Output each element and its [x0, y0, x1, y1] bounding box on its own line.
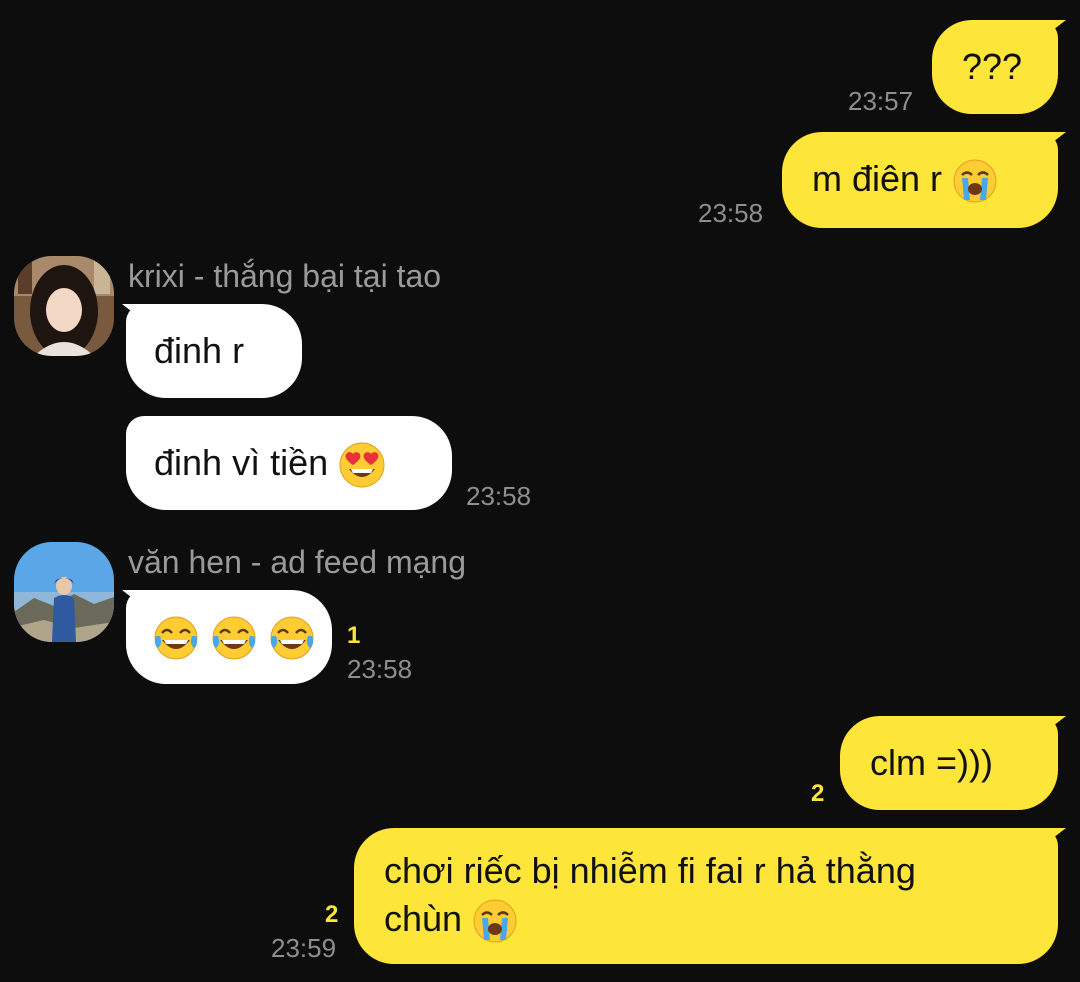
tears-of-joy-face-icon — [152, 614, 200, 662]
message-text: clm =))) — [870, 742, 993, 783]
avatar[interactable] — [14, 256, 114, 356]
my-message-bubble[interactable]: clm =))) — [840, 716, 1058, 810]
my-message-bubble[interactable]: chơi riếc bị nhiễm fi fai r hả thằng chù… — [354, 828, 1058, 964]
tears-of-joy-face-icon — [210, 614, 258, 662]
sender-name: krixi - thắng bại tại tao — [128, 258, 442, 294]
their-message-bubble[interactable] — [126, 590, 332, 684]
message-timestamp: 23:58 — [698, 198, 764, 228]
message-text: đinh r — [154, 330, 245, 371]
heart-eyes-face-icon — [338, 441, 386, 489]
unread-count: 1 — [347, 622, 361, 649]
message-text: ??? — [962, 46, 1023, 87]
tears-of-joy-face-icon — [268, 614, 316, 662]
message-timestamp: 23:57 — [848, 86, 914, 116]
message-timestamp: 23:58 — [347, 654, 413, 684]
message-text: m điên r — [812, 158, 943, 199]
their-message-bubble[interactable]: đinh vì tiền — [126, 416, 452, 510]
loudly-crying-face-icon — [472, 898, 518, 944]
avatar[interactable] — [14, 542, 114, 642]
sender-name: văn hen - ad feed mạng — [128, 544, 467, 580]
unread-count: 2 — [811, 780, 825, 807]
message-text: đinh vì tiền — [154, 442, 329, 483]
message-timestamp: 23:58 — [466, 481, 532, 511]
loudly-crying-face-icon — [952, 158, 998, 204]
message-timestamp: 23:59 — [271, 933, 337, 963]
my-message-bubble[interactable]: ??? — [932, 20, 1058, 114]
my-message-bubble[interactable]: m điên r — [782, 132, 1058, 228]
their-message-bubble[interactable]: đinh r — [126, 304, 302, 398]
unread-count: 2 — [325, 901, 339, 928]
message-text: chơi riếc bị nhiễm fi fai r hả thằng — [384, 850, 916, 891]
message-text: chùn — [384, 898, 463, 939]
